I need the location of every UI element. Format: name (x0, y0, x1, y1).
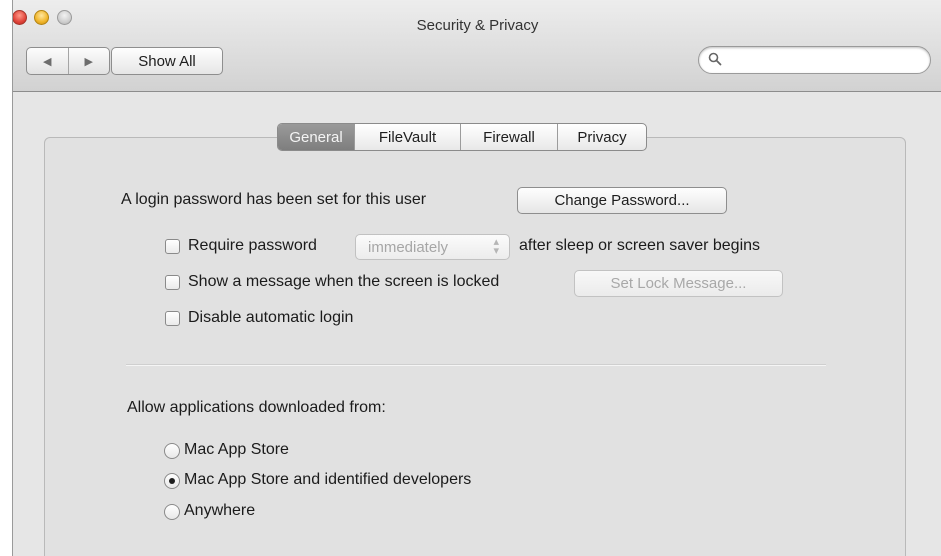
back-forward-control: ◀ ▶ (26, 47, 110, 75)
back-arrow-icon: ◀ (43, 55, 52, 68)
tab-privacy[interactable]: Privacy (557, 124, 646, 150)
window-title: Security & Privacy (416, 17, 539, 34)
popup-stepper-icon: ▴ ▾ (493, 236, 499, 257)
search-icon (708, 52, 722, 69)
radio-label-anywhere: Anywhere (184, 502, 256, 519)
tab-firewall[interactable]: Firewall (460, 124, 557, 150)
tab-bar: General FileVault Firewall Privacy (277, 123, 647, 151)
require-password-label: Require password (188, 237, 317, 254)
window-toolbar: Security & Privacy ◀ ▶ Show All (13, 0, 941, 92)
show-all-button[interactable]: Show All (111, 47, 223, 75)
change-password-button[interactable]: Change Password... (517, 187, 727, 214)
back-button[interactable]: ◀ (27, 48, 68, 74)
require-password-suffix: after sleep or screen saver begins (519, 237, 761, 254)
require-password-delay-popup[interactable]: immediately ▴ ▾ (355, 234, 510, 260)
tab-filevault[interactable]: FileVault (354, 124, 460, 150)
radio-mac-app-store[interactable] (164, 443, 180, 459)
section-divider (126, 364, 826, 365)
search-field[interactable] (698, 46, 931, 74)
allow-apps-heading: Allow applications downloaded from: (127, 399, 386, 416)
forward-arrow-icon: ▶ (84, 55, 93, 68)
disable-automatic-login-checkbox[interactable] (165, 311, 180, 326)
forward-button[interactable]: ▶ (67, 48, 110, 74)
tab-general[interactable]: General (278, 124, 354, 150)
radio-label-mac-app-store: Mac App Store (184, 441, 289, 458)
preferences-window: Security & Privacy ◀ ▶ Show All General … (12, 0, 941, 556)
radio-anywhere[interactable] (164, 504, 180, 520)
show-lock-message-checkbox[interactable] (165, 275, 180, 290)
popup-selected-value: immediately (368, 239, 449, 256)
require-password-checkbox[interactable] (165, 239, 180, 254)
radio-label-mac-app-store-identified: Mac App Store and identified developers (184, 471, 472, 488)
login-password-status: A login password has been set for this u… (121, 191, 427, 208)
disable-automatic-login-label: Disable automatic login (188, 309, 354, 326)
set-lock-message-button[interactable]: Set Lock Message... (574, 270, 783, 297)
show-lock-message-label: Show a message when the screen is locked (188, 273, 500, 290)
radio-mac-app-store-identified[interactable] (164, 473, 180, 489)
